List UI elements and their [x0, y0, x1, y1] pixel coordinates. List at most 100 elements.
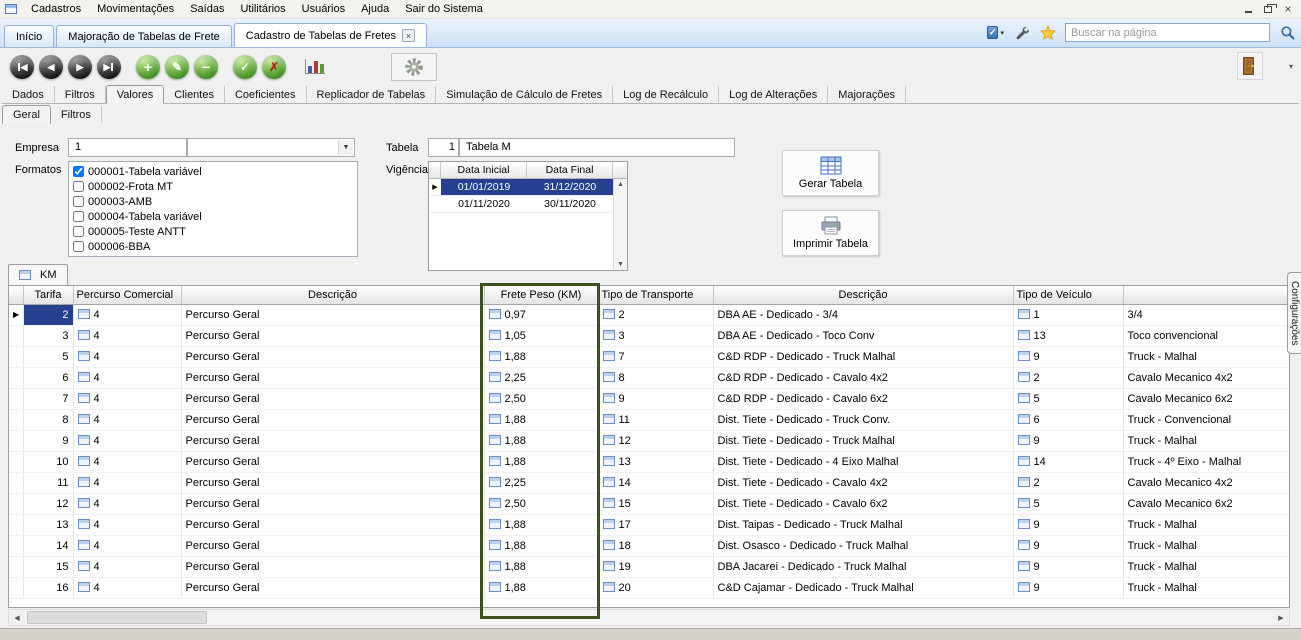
- formato-item-000002-frota-mt[interactable]: 000002-Frota MT: [73, 179, 353, 194]
- settings-button[interactable]: [391, 53, 437, 81]
- cell-percurso-comercial[interactable]: 4: [73, 577, 181, 598]
- table-row[interactable]: 124Percurso Geral2,5015Dist. Tiete - Ded…: [9, 493, 1289, 514]
- column-header-percurso-comercial[interactable]: Percurso Comercial: [73, 286, 181, 304]
- cell-descricao-veiculo[interactable]: Truck - Malhal: [1123, 535, 1289, 556]
- exit-button[interactable]: [1237, 52, 1263, 80]
- cell-descricao[interactable]: Percurso Geral: [181, 556, 484, 577]
- cell-percurso-comercial[interactable]: 4: [73, 535, 181, 556]
- tab-list-dropdown[interactable]: ✓ ▾: [987, 24, 1004, 41]
- tab-log-de-alteracoes[interactable]: Log de Alterações: [719, 86, 828, 103]
- cell-descricao[interactable]: Percurso Geral: [181, 388, 484, 409]
- cell-frete-peso-km[interactable]: 2,50: [484, 493, 598, 514]
- cell-data-final[interactable]: 30/11/2020: [527, 196, 613, 212]
- cell-data-inicial[interactable]: 01/01/2019: [441, 179, 527, 195]
- cell-frete-peso-km[interactable]: 1,88: [484, 409, 598, 430]
- scroll-left-icon[interactable]: ◀: [9, 610, 25, 625]
- tab-configuracoes[interactable]: Configurações: [1287, 272, 1301, 354]
- edit-record-button[interactable]: ✎: [165, 55, 189, 79]
- cell-tipo-de-veiculo[interactable]: 5: [1013, 493, 1123, 514]
- table-row[interactable]: 74Percurso Geral2,509C&D RDP - Dedicado …: [9, 388, 1289, 409]
- cell-descricao[interactable]: Percurso Geral: [181, 577, 484, 598]
- cell-descricao[interactable]: Percurso Geral: [181, 430, 484, 451]
- chevron-down-icon[interactable]: ▼: [338, 140, 353, 155]
- cell-descricao-transporte[interactable]: Dist. Tiete - Dedicado - Truck Conv.: [713, 409, 1013, 430]
- cell-frete-peso-km[interactable]: 2,25: [484, 472, 598, 493]
- first-record-button[interactable]: ◀: [10, 55, 34, 79]
- cell-percurso-comercial[interactable]: 4: [73, 388, 181, 409]
- cell-descricao-transporte[interactable]: DBA AE - Dedicado - Toco Conv: [713, 325, 1013, 346]
- formato-item-000001-tabela-variavel[interactable]: 000001-Tabela variável: [73, 164, 353, 179]
- cell-frete-peso-km[interactable]: 1,88: [484, 535, 598, 556]
- cell-tipo-de-transporte[interactable]: 3: [598, 325, 713, 346]
- cell-tipo-de-transporte[interactable]: 9: [598, 388, 713, 409]
- cell-tarifa[interactable]: 8: [23, 409, 73, 430]
- cell-descricao-veiculo[interactable]: Truck - Convencional: [1123, 409, 1289, 430]
- cell-tipo-de-transporte[interactable]: 13: [598, 451, 713, 472]
- menu-item-ajuda[interactable]: Ajuda: [353, 1, 397, 17]
- cell-tarifa[interactable]: 9: [23, 430, 73, 451]
- cell-tipo-de-veiculo[interactable]: 5: [1013, 388, 1123, 409]
- cell-tipo-de-veiculo[interactable]: 2: [1013, 472, 1123, 493]
- cell-tipo-de-veiculo[interactable]: 2: [1013, 367, 1123, 388]
- column-header-data-final[interactable]: Data Final: [527, 162, 613, 178]
- cell-tipo-de-transporte[interactable]: 8: [598, 367, 713, 388]
- cell-tipo-de-transporte[interactable]: 7: [598, 346, 713, 367]
- column-header-tipo-de-transporte[interactable]: Tipo de Transporte: [598, 286, 713, 304]
- cell-descricao-veiculo[interactable]: Truck - Malhal: [1123, 577, 1289, 598]
- horizontal-scrollbar[interactable]: ◀ ▶: [8, 609, 1290, 626]
- cell-tipo-de-veiculo[interactable]: 9: [1013, 346, 1123, 367]
- cell-tarifa[interactable]: 7: [23, 388, 73, 409]
- cell-tarifa[interactable]: 15: [23, 556, 73, 577]
- tab-km[interactable]: KM: [8, 264, 68, 285]
- column-header-data-inicial[interactable]: Data Inicial: [441, 162, 527, 178]
- insert-record-button[interactable]: +: [136, 55, 160, 79]
- subtab-geral[interactable]: Geral: [2, 105, 51, 124]
- menu-item-cadastros[interactable]: Cadastros: [23, 1, 89, 17]
- cell-descricao[interactable]: Percurso Geral: [181, 367, 484, 388]
- cell-descricao-veiculo[interactable]: Cavalo Mecanico 6x2: [1123, 493, 1289, 514]
- cell-tipo-de-transporte[interactable]: 11: [598, 409, 713, 430]
- scroll-up-icon[interactable]: ▲: [617, 179, 624, 190]
- cell-descricao-veiculo[interactable]: 3/4: [1123, 304, 1289, 325]
- table-row[interactable]: 94Percurso Geral1,8812Dist. Tiete - Dedi…: [9, 430, 1289, 451]
- favorites-button[interactable]: [1039, 24, 1056, 41]
- tabela-number-field[interactable]: 1: [428, 138, 459, 157]
- cell-descricao-transporte[interactable]: Dist. Taipas - Dedicado - Truck Malhal: [713, 514, 1013, 535]
- delete-record-button[interactable]: −: [194, 55, 218, 79]
- cancel-edit-button[interactable]: ✗: [262, 55, 286, 79]
- formato-item-000004-tabela-variavel[interactable]: 000004-Tabela variável: [73, 209, 353, 224]
- cell-frete-peso-km[interactable]: 2,25: [484, 367, 598, 388]
- formato-item-000005-teste-antt[interactable]: 000005-Teste ANTT: [73, 224, 353, 239]
- menu-item-usuarios[interactable]: Usuários: [294, 1, 353, 17]
- cell-tipo-de-veiculo[interactable]: 14: [1013, 451, 1123, 472]
- cell-percurso-comercial[interactable]: 4: [73, 409, 181, 430]
- tab-close-icon[interactable]: ×: [402, 29, 415, 42]
- menu-item-sair-do-sistema[interactable]: Sair do Sistema: [397, 1, 491, 17]
- cell-frete-peso-km[interactable]: 1,88: [484, 430, 598, 451]
- cell-tipo-de-transporte[interactable]: 12: [598, 430, 713, 451]
- tabela-name-field[interactable]: Tabela M: [459, 138, 735, 157]
- cell-percurso-comercial[interactable]: 4: [73, 514, 181, 535]
- cell-tarifa[interactable]: 16: [23, 577, 73, 598]
- cell-frete-peso-km[interactable]: 1,88: [484, 514, 598, 535]
- cell-tipo-de-transporte[interactable]: 17: [598, 514, 713, 535]
- tab-log-de-recalculo[interactable]: Log de Recálculo: [613, 86, 719, 103]
- cell-tarifa[interactable]: 12: [23, 493, 73, 514]
- tab-replicador-de-tabelas[interactable]: Replicador de Tabelas: [307, 86, 437, 103]
- close-button[interactable]: ×: [1279, 2, 1297, 16]
- tab-majoracoes[interactable]: Majorações: [828, 86, 906, 103]
- cell-descricao-transporte[interactable]: Dist. Tiete - Dedicado - 4 Eixo Malhal: [713, 451, 1013, 472]
- cell-data-final[interactable]: 31/12/2020: [527, 179, 613, 195]
- cell-data-inicial[interactable]: 01/11/2020: [441, 196, 527, 212]
- column-header-descricao[interactable]: Descrição: [713, 286, 1013, 304]
- cell-tarifa[interactable]: 14: [23, 535, 73, 556]
- cell-percurso-comercial[interactable]: 4: [73, 451, 181, 472]
- subtab-filtros[interactable]: Filtros: [51, 106, 102, 123]
- cell-descricao[interactable]: Percurso Geral: [181, 451, 484, 472]
- column-header-descricao[interactable]: Descrição: [181, 286, 484, 304]
- cell-tipo-de-transporte[interactable]: 18: [598, 535, 713, 556]
- menu-item-movimentacoes[interactable]: Movimentações: [89, 1, 182, 17]
- cell-descricao[interactable]: Percurso Geral: [181, 472, 484, 493]
- cell-tipo-de-transporte[interactable]: 19: [598, 556, 713, 577]
- column-header-tipo-de-veiculo[interactable]: Tipo de Veículo: [1013, 286, 1123, 304]
